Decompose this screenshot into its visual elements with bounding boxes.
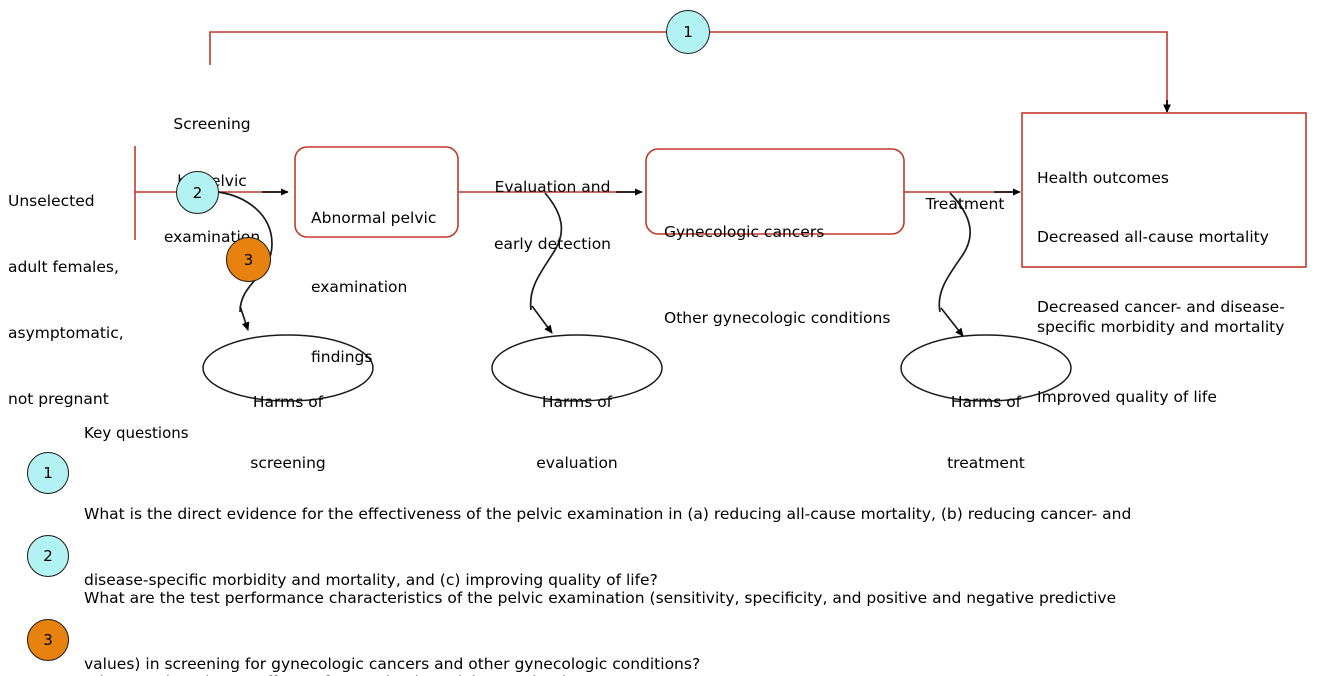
key-question-1-badge[interactable]: 1: [27, 452, 69, 494]
screening-label-line-1: Screening: [173, 114, 251, 133]
kq1-line-1: What is the direct evidence for the effe…: [84, 505, 1132, 523]
kq3-marker-circle[interactable]: 3: [226, 237, 271, 282]
key-question-2-badge[interactable]: 2: [27, 535, 69, 577]
kq2-line-1: What are the test performance characteri…: [84, 589, 1117, 607]
arrowhead-harms-of-screening: [239, 305, 250, 331]
health-outcomes-heading: Health outcomes: [1037, 169, 1169, 188]
arrowhead-harms-of-treatment: [940, 307, 964, 337]
abnormal-findings-line-1: Abnormal pelvic: [311, 208, 437, 227]
harms-treatment-line-1: Harms of: [950, 393, 1022, 412]
evaluation-label-line-1: Evaluation and: [494, 177, 611, 196]
treatment-flow-label: Treatment: [915, 157, 1015, 252]
evaluation-label-line-2: early detection: [493, 234, 611, 253]
health-outcomes-box-text: Health outcomes Decreased all-cause mort…: [1037, 130, 1302, 447]
health-outcome-item-3: Improved quality of life: [1037, 388, 1217, 407]
kq3-line-1: What are the adverse effects of screenin…: [84, 671, 1264, 676]
analytic-framework-diagram: Unselected adult females, asymptomatic, …: [0, 0, 1320, 676]
treatment-label-line-1: Treatment: [925, 194, 1005, 213]
health-outcome-item-1: Decreased all-cause mortality: [1037, 227, 1269, 246]
population-line-4: not pregnant: [8, 390, 109, 408]
key-question-3-text: What are the adverse effects of screenin…: [84, 627, 1264, 676]
kq1-marker-circle[interactable]: 1: [666, 10, 710, 54]
kq2-marker-circle[interactable]: 2: [176, 171, 219, 214]
evaluation-flow-label: Evaluation and early detection: [470, 140, 635, 291]
key-question-3-badge[interactable]: 3: [27, 619, 69, 661]
health-outcome-item-2: Decreased cancer- and disease- specific …: [1037, 298, 1285, 336]
population-line-2: adult females,: [8, 258, 119, 276]
harms-screening-line-1: Harms of: [252, 393, 324, 412]
harms-evaluation-line-1: Harms of: [541, 393, 613, 412]
gynecologic-conditions-box-text: Gynecologic cancers Other gynecologic co…: [664, 161, 900, 390]
arrowhead-harms-of-evaluation: [531, 305, 553, 334]
gyn-conditions-line-1: Gynecologic cancers: [664, 223, 825, 242]
abnormal-findings-line-2: examination: [311, 278, 408, 297]
gyn-conditions-line-2: Other gynecologic conditions: [664, 309, 891, 328]
key-questions-heading: Key questions: [84, 424, 189, 442]
population-label: Unselected adult females, asymptomatic, …: [8, 146, 134, 454]
population-line-1: Unselected: [8, 192, 95, 210]
population-line-3: asymptomatic,: [8, 324, 124, 342]
